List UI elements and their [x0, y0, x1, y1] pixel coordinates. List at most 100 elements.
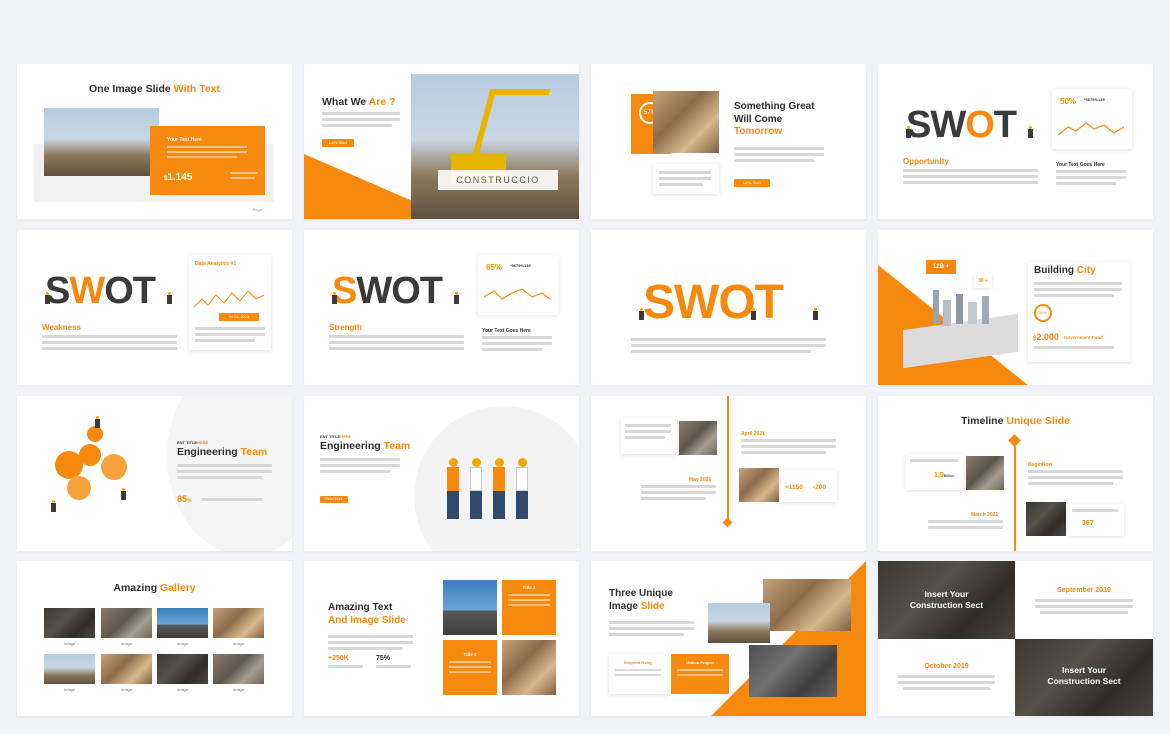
excavator-photo [411, 74, 579, 219]
info-card: Shoprint Relay [609, 654, 667, 694]
brand-banner: CONSTRUCCIO [438, 170, 558, 190]
small-title: ENT TITLEHERE [177, 440, 209, 445]
swot-label: Weakness [42, 323, 81, 332]
slide-swot-weakness[interactable]: SWOT Weakness Data Analytics #1 09-01-20… [17, 230, 292, 385]
image-label: Image [233, 641, 245, 646]
slide-construction-sections[interactable]: Insert Your Construction Sect September 2… [878, 561, 1153, 716]
gallery-image[interactable] [213, 654, 264, 684]
stat: 1,9Billion [934, 472, 955, 479]
stat-card: 65% *5675%139 [478, 255, 558, 315]
slide-engineering-team-gears[interactable]: ENT TITLEHERE Engineering Team 85% [17, 396, 292, 551]
worker-icon [167, 292, 172, 304]
swot-letters: SWOT [643, 276, 784, 329]
worker-icon [813, 308, 818, 320]
worker-icon [51, 500, 56, 512]
image-label: Image [121, 687, 133, 692]
swot-letters: SWOT [906, 104, 1017, 146]
gear-icon [101, 454, 127, 480]
gear-icon [67, 476, 91, 500]
gallery-image[interactable] [44, 608, 95, 638]
slide-title: Timeline Unique Slide [961, 415, 1070, 427]
slide-timeline-dates[interactable]: April 2021 May 2021 +1150 -200 [591, 396, 866, 551]
slide-swot-opportunity[interactable]: SWOT Opportunity 50% *5675%139 Your Text… [878, 64, 1153, 219]
crane-photo [443, 580, 497, 635]
worker-icon [751, 308, 756, 320]
slide-swot-strength[interactable]: SWOT Strength 65% *5675%139 Your Text Go… [304, 230, 579, 385]
slide-engineering-team-people[interactable]: ENT TITLEHERE Engineering Team Read More [304, 396, 579, 551]
percent-stat: 85% [177, 494, 192, 504]
slide-title: One Image Slide With Text [89, 83, 220, 95]
engineer-figure [493, 458, 505, 520]
slide-title: Building City [1034, 265, 1096, 276]
caption: Your Text Goes Here [482, 328, 531, 334]
slide-title: Something Great Will Come Tomorrow [734, 101, 815, 137]
chart-card: Data Analytics #1 09-01-2019 [189, 255, 271, 350]
timeline-date: April 2021 [741, 431, 765, 437]
slide-grid: One Image Slide With Text Your Text Here… [0, 0, 1170, 734]
workers-photo [653, 91, 719, 153]
read-more-button[interactable]: Read More [320, 496, 348, 503]
site-photo [502, 640, 556, 695]
timeline-line [1014, 441, 1016, 551]
stat: 75% [376, 655, 391, 662]
slide-title: Three Unique Image Slide [609, 588, 673, 612]
stat: +250K [328, 655, 349, 662]
slide-building-city[interactable]: 12B + 30 + Building City 30% $2.000 Gove… [878, 230, 1153, 385]
timeline-date: March 2021 [971, 512, 999, 518]
engineer-figure [447, 458, 459, 520]
text-card [653, 164, 719, 194]
stat-card: +1150 -200 [781, 470, 837, 502]
swot-label: Opportunity [903, 157, 949, 166]
worker-icon [95, 416, 100, 428]
site-photo [679, 421, 717, 455]
worker-icon [454, 292, 459, 304]
timeline-date: May 2021 [689, 477, 712, 483]
worker-icon [332, 292, 337, 304]
small-title: ENT TITLEHERE [320, 434, 352, 439]
slide-swot-full[interactable]: SWOT [591, 230, 866, 385]
image-label: Image [121, 641, 133, 646]
image-label: Image [64, 687, 76, 692]
section-text: September 2019 [1015, 561, 1153, 639]
box-title: Your Text Here [167, 137, 202, 143]
swot-label: Strength [329, 323, 362, 332]
gear-icon [79, 444, 101, 466]
lets-start-button[interactable]: Let's Start [322, 139, 354, 147]
timeline-line [727, 396, 729, 526]
image-two [708, 603, 770, 643]
amount: $2.000 [1033, 332, 1059, 342]
lets-start-button[interactable]: Let's Start [734, 179, 770, 187]
timeline-card [621, 418, 677, 454]
slide-what-we-are[interactable]: What We Are ? Let's Start CONSTRUCCIO [304, 64, 579, 219]
title-box: Title 1 [502, 580, 556, 635]
gallery-image[interactable] [44, 654, 95, 684]
slide-three-images[interactable]: Three Unique Image Slide Shoprint Relay M… [591, 561, 866, 716]
machine-photo [1026, 502, 1066, 536]
gallery-image[interactable] [157, 608, 208, 638]
slide-title: What We Are ? [322, 96, 396, 108]
swot-letters: SWOT [45, 270, 156, 312]
slide-gallery[interactable]: Amazing Gallery Image Image Image Image … [17, 561, 292, 716]
title-box: Title 2 [443, 640, 497, 695]
gallery-image[interactable] [101, 654, 152, 684]
gallery-image[interactable] [157, 654, 208, 684]
site-photo [966, 456, 1004, 490]
section-text: October 2019 [878, 639, 1015, 716]
engineer-figure [516, 458, 528, 520]
engineer-figure [470, 458, 482, 520]
caption: Your Text Goes Here [1056, 162, 1105, 168]
info-card: Building City 30% $2.000 Government Fund [1028, 262, 1130, 362]
page-label: Page [252, 207, 262, 212]
gallery-image[interactable] [101, 608, 152, 638]
info-card: Motion Project [671, 654, 729, 694]
building-photo [739, 468, 779, 502]
slide-timeline-unique[interactable]: Timeline Unique Slide 1,9Billion BeginNo… [878, 396, 1153, 551]
image-label: Image [177, 641, 189, 646]
slide-one-image[interactable]: One Image Slide With Text Your Text Here… [17, 64, 292, 219]
gallery-image[interactable] [213, 608, 264, 638]
stat-card: 367 [1068, 504, 1124, 536]
slide-something-great[interactable]: 57% Something Great Will Come Tomorrow Let… [591, 64, 866, 219]
slide-text-image[interactable]: Amazing Text And Image Slide +250K 75% Ti… [304, 561, 579, 716]
stat-card: 50% *5675%139 [1052, 89, 1132, 149]
worker-icon [45, 292, 50, 304]
